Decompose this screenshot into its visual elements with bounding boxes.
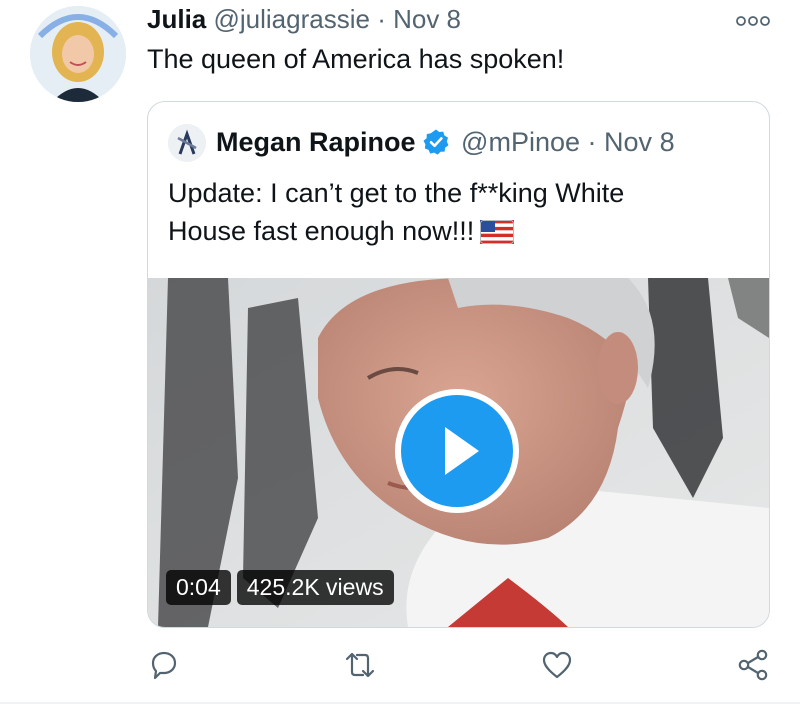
us-flag-icon <box>480 216 515 254</box>
tweet-header: Julia @juliagrassie · Nov 8 <box>147 4 461 35</box>
tweet-date[interactable]: Nov 8 <box>393 4 461 34</box>
quoted-author-handle: @mPinoe <box>461 127 581 157</box>
quoted-tweet-date: Nov 8 <box>604 127 675 157</box>
play-icon[interactable] <box>395 389 519 513</box>
reply-icon[interactable] <box>147 648 181 682</box>
video-views-badge: 425.2K views <box>236 570 394 605</box>
quoted-tweet-header: Megan Rapinoe @mPinoe · Nov 8 <box>216 127 675 158</box>
quoted-tweet-card[interactable]: Megan Rapinoe @mPinoe · Nov 8 Update: I … <box>147 101 770 628</box>
tweet-divider <box>0 702 800 704</box>
video-player[interactable]: 0:04 425.2K views <box>148 278 769 627</box>
video-duration-badge: 0:04 <box>166 570 231 605</box>
like-icon[interactable] <box>540 648 574 682</box>
quoted-author-name: Megan Rapinoe <box>216 127 416 157</box>
author-avatar[interactable] <box>30 6 126 102</box>
quoted-text-line: House fast enough now!!! <box>168 216 475 246</box>
video-stats: 0:04 425.2K views <box>166 570 394 605</box>
separator-dot: · <box>587 127 597 157</box>
author-name[interactable]: Julia <box>147 4 206 34</box>
author-handle[interactable]: @juliagrassie <box>213 4 369 34</box>
quoted-author-avatar <box>168 124 206 162</box>
share-icon[interactable] <box>736 648 770 682</box>
verified-badge-icon <box>422 128 450 156</box>
tweet-text: The queen of America has spoken! <box>147 44 565 74</box>
retweet-icon[interactable] <box>343 648 377 682</box>
quoted-text-line-2: House fast enough now!!! <box>168 212 728 254</box>
more-options-icon[interactable] <box>736 14 770 26</box>
separator-dot: · <box>377 4 386 34</box>
quoted-tweet-text: Update: I can’t get to the f**king White… <box>168 174 728 254</box>
quoted-text-line: Update: I can’t get to the f**king White <box>168 178 625 208</box>
